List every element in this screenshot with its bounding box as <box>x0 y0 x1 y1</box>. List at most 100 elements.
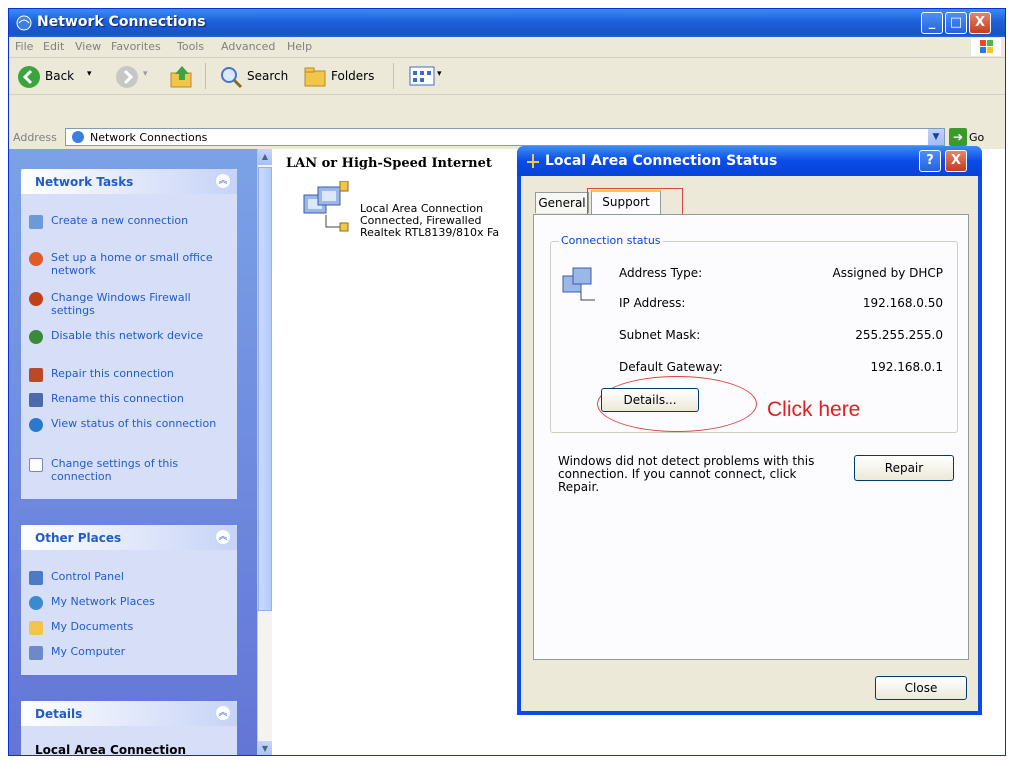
search-icon[interactable] <box>219 65 243 89</box>
help-button[interactable]: ? <box>919 150 941 172</box>
folders-icon[interactable] <box>303 65 329 89</box>
task-change-settings[interactable]: Change settings of this connection <box>29 457 229 485</box>
place-my-documents[interactable]: My Documents <box>29 620 229 635</box>
views-icon[interactable] <box>409 66 435 86</box>
other-places-header[interactable]: Other Places ︽ <box>21 525 237 550</box>
place-control-panel[interactable]: Control Panel <box>29 570 229 585</box>
menu-tools[interactable]: Tools <box>177 40 204 53</box>
address-type-label: Address Type: <box>619 266 703 280</box>
connection-plug-icon <box>527 154 539 168</box>
window-title-bar[interactable]: Network Connections _ □ X <box>9 9 1005 37</box>
details-connection-name: Local Area Connection <box>35 743 187 756</box>
collapse-icon[interactable]: ︽ <box>215 529 231 545</box>
status-icon <box>29 418 43 432</box>
go-arrow-icon[interactable]: ➔ <box>949 128 967 146</box>
minimize-button[interactable]: _ <box>921 12 943 34</box>
collapse-icon[interactable]: ︽ <box>215 705 231 721</box>
network-connections-icon <box>16 15 32 31</box>
folders-button-label[interactable]: Folders <box>331 69 374 83</box>
details-header[interactable]: Details ︽ <box>21 701 237 726</box>
default-gateway-value: 192.168.0.1 <box>870 360 943 374</box>
network-status-icon <box>562 267 595 301</box>
rename-icon <box>29 393 43 407</box>
window-title: Network Connections <box>37 14 206 30</box>
computer-icon <box>29 646 43 660</box>
scrollbar-thumb[interactable] <box>258 167 272 611</box>
repair-icon <box>29 368 43 382</box>
default-gateway-label: Default Gateway: <box>619 360 723 374</box>
connection-details[interactable]: Local Area Connection Connected, Firewal… <box>360 203 510 239</box>
group-header: LAN or High-Speed Internet <box>286 156 492 171</box>
network-connection-icon[interactable] <box>300 181 352 235</box>
menu-file[interactable]: File <box>15 40 33 53</box>
ip-address-value: 192.168.0.50 <box>862 296 943 310</box>
go-button-label[interactable]: Go <box>969 131 984 144</box>
menu-advanced[interactable]: Advanced <box>221 40 275 53</box>
home-network-icon <box>29 252 43 266</box>
forward-arrow-icon[interactable] <box>115 65 139 89</box>
back-arrow-icon[interactable] <box>17 65 41 89</box>
control-panel-icon <box>29 571 43 585</box>
task-rename-connection[interactable]: Rename this connection <box>29 392 229 407</box>
back-dropdown-icon[interactable]: ▾ <box>87 69 92 79</box>
network-tasks-header[interactable]: Network Tasks ︽ <box>21 169 237 194</box>
firewall-icon <box>29 292 43 306</box>
task-repair-connection[interactable]: Repair this connection <box>29 367 229 382</box>
views-dropdown-icon[interactable]: ▾ <box>437 69 442 79</box>
close-dialog-button[interactable]: Close <box>875 676 967 700</box>
menu-bar: File Edit View Favorites Tools Advanced … <box>9 37 1005 58</box>
diagnostic-message: Windows did not detect problems with thi… <box>558 454 815 494</box>
documents-icon <box>29 621 43 635</box>
toolbar-separator <box>393 63 394 89</box>
network-tasks-panel: Network Tasks ︽ Create a new connection … <box>21 169 237 499</box>
ip-address-label: IP Address: <box>619 296 686 310</box>
other-places-panel: Other Places ︽ Control Panel My Network … <box>21 525 237 675</box>
dialog-title: Local Area Connection Status <box>545 153 778 169</box>
place-my-network-places[interactable]: My Network Places <box>29 595 229 610</box>
menu-help[interactable]: Help <box>287 40 312 53</box>
disable-device-icon <box>29 330 43 344</box>
details-button[interactable]: Details... <box>601 388 699 412</box>
back-button-label[interactable]: Back <box>45 69 74 83</box>
menu-view[interactable]: View <box>75 40 101 53</box>
address-input[interactable]: Network Connections ▼ <box>65 128 945 146</box>
standard-toolbar: Back ▾ ▾ Search Folders ▾ <box>9 58 1005 95</box>
scroll-down-icon[interactable]: ▼ <box>258 741 272 755</box>
repair-button[interactable]: Repair <box>854 455 954 481</box>
settings-icon <box>29 458 43 472</box>
menu-edit[interactable]: Edit <box>43 40 64 53</box>
up-folder-icon[interactable] <box>169 64 195 90</box>
place-my-computer[interactable]: My Computer <box>29 645 229 660</box>
task-view-status[interactable]: View status of this connection <box>29 417 229 445</box>
address-dropdown-icon[interactable]: ▼ <box>928 129 944 145</box>
windows-logo-icon <box>971 38 1001 56</box>
scroll-up-icon[interactable]: ▲ <box>258 149 272 165</box>
forward-dropdown-icon[interactable]: ▾ <box>143 69 148 79</box>
dialog-title-bar[interactable]: Local Area Connection Status ? X <box>517 146 982 176</box>
other-places-title: Other Places <box>35 531 122 545</box>
task-change-firewall[interactable]: Change Windows Firewall settings <box>29 291 229 319</box>
dialog-body: General Support Connection status Addres… <box>521 176 978 711</box>
close-button[interactable]: X <box>969 12 991 34</box>
click-here-annotation: Click here <box>767 398 861 421</box>
maximize-button[interactable]: □ <box>945 12 967 34</box>
address-value: Network Connections <box>90 131 208 144</box>
details-panel: Details ︽ Local Area Connection <box>21 701 237 756</box>
task-disable-device[interactable]: Disable this network device <box>29 329 229 357</box>
toolbar-spacer <box>9 95 1005 127</box>
task-setup-home-network[interactable]: Set up a home or small office network <box>29 251 229 279</box>
task-create-new-connection[interactable]: Create a new connection <box>29 214 229 242</box>
subnet-mask-label: Subnet Mask: <box>619 328 701 342</box>
task-pane: Network Tasks ︽ Create a new connection … <box>9 149 257 756</box>
search-button-label[interactable]: Search <box>247 69 288 83</box>
address-label: Address <box>13 131 57 144</box>
new-connection-icon <box>29 215 43 229</box>
collapse-icon[interactable]: ︽ <box>215 173 231 189</box>
task-pane-scrollbar[interactable]: ▲ ▼ <box>257 149 272 755</box>
menu-favorites[interactable]: Favorites <box>111 40 161 53</box>
tab-general[interactable]: General <box>535 192 589 213</box>
network-connections-icon <box>72 131 84 143</box>
network-places-icon <box>29 596 43 610</box>
connection-status-legend: Connection status <box>559 234 663 247</box>
dialog-close-button[interactable]: X <box>945 150 967 172</box>
